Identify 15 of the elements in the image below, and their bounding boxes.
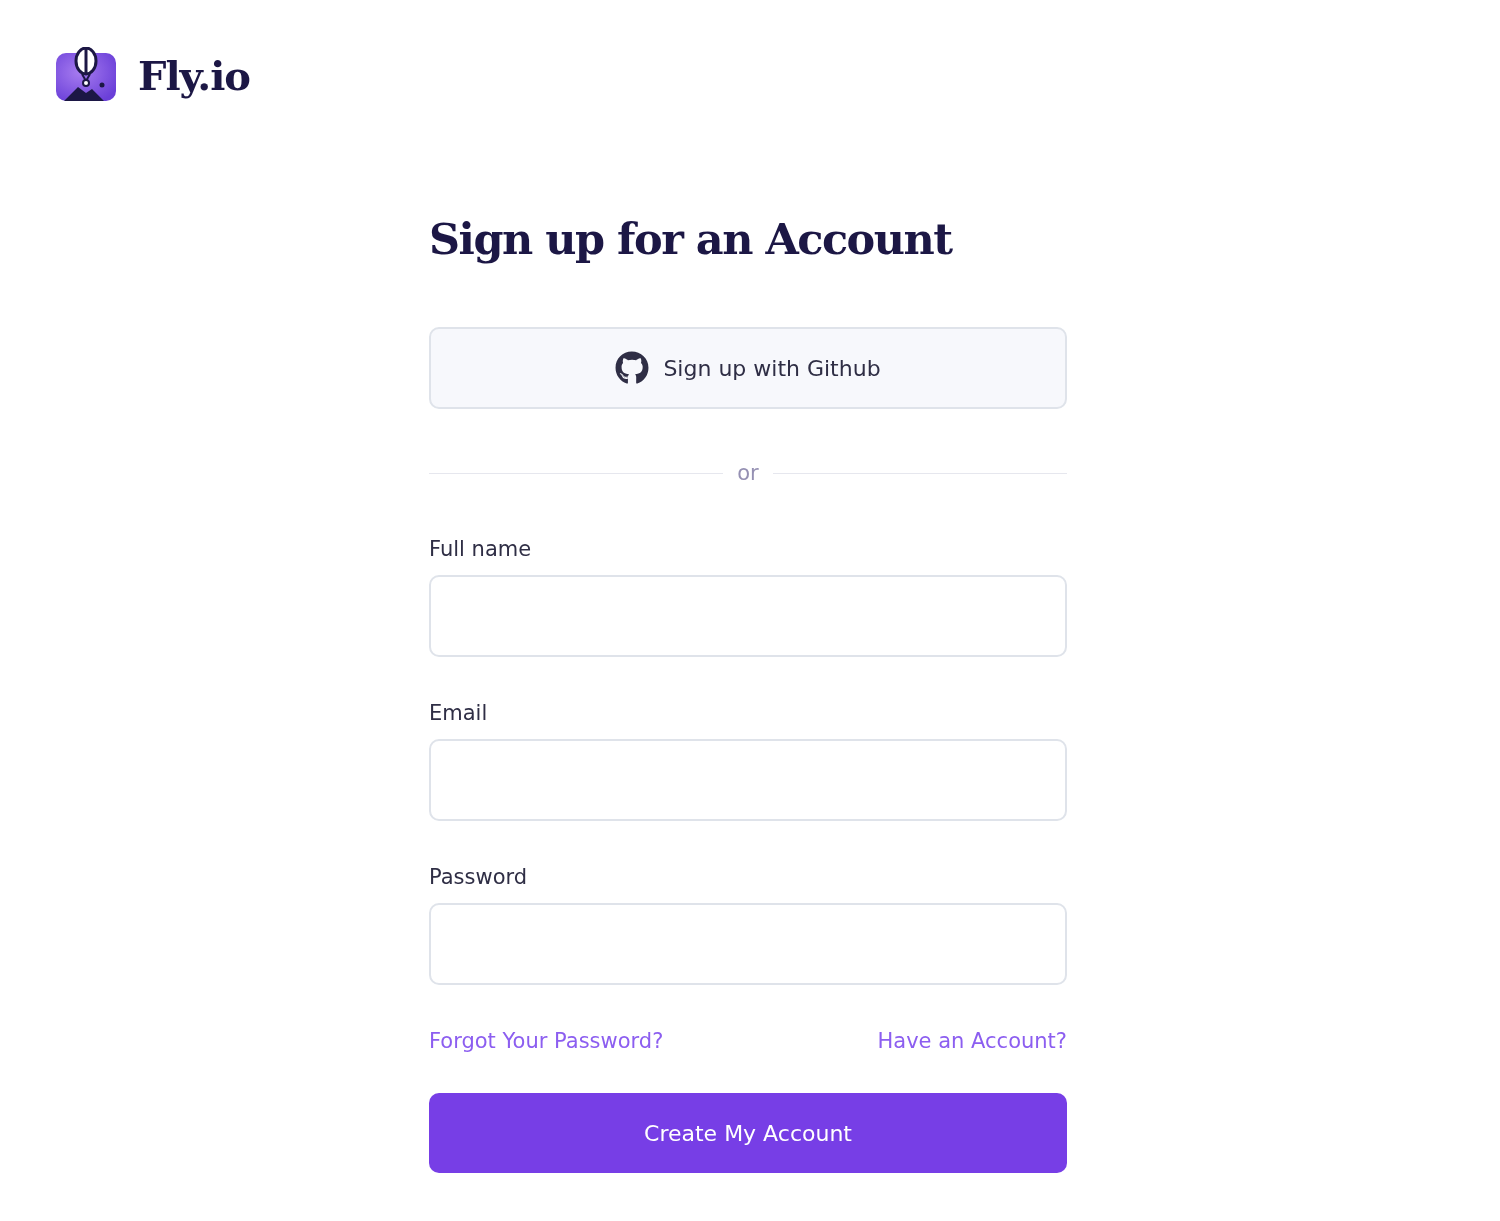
input-field[interactable] <box>429 903 1067 985</box>
input-field[interactable] <box>429 739 1067 821</box>
divider-label: or <box>737 461 759 485</box>
balloon-logo-icon <box>56 47 116 103</box>
link[interactable]: Have an Account? <box>877 1029 1067 1053</box>
brand-name: Fly.io <box>138 51 251 99</box>
input-field[interactable] <box>429 575 1067 657</box>
github-signup-button[interactable]: Sign up with Github <box>429 327 1067 409</box>
field-label: Password <box>429 865 529 889</box>
field-label: Email <box>429 701 489 725</box>
field-label: Full name <box>429 537 533 561</box>
create-account-button[interactable]: Create My Account <box>429 1093 1067 1173</box>
github-icon <box>615 351 650 385</box>
page-title: Sign up for an Account <box>429 213 954 266</box>
link[interactable]: Forgot Your Password? <box>429 1029 664 1053</box>
